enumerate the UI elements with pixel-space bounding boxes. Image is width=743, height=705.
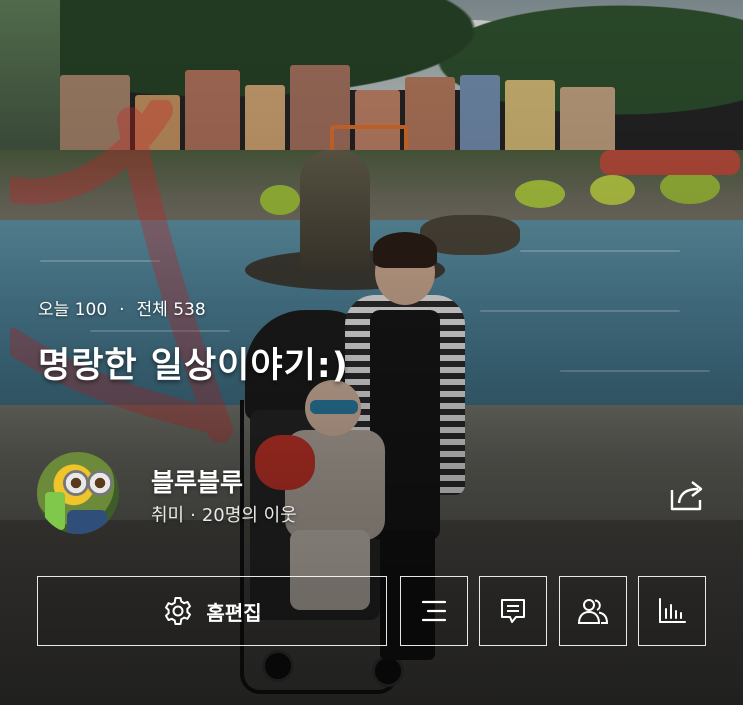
total-visitors: 전체 538 xyxy=(136,300,206,320)
avatar[interactable] xyxy=(37,452,119,534)
profile-neighbors[interactable]: 20명의 이웃 xyxy=(202,501,297,527)
people-icon xyxy=(577,599,609,624)
stats-separator: · xyxy=(119,300,125,320)
profile-meta: 취미 · 20명의 이웃 xyxy=(151,501,297,527)
profile-category: 취미 xyxy=(151,505,185,526)
visitor-stats: 오늘 100 · 전체 538 xyxy=(38,295,206,320)
today-visitors: 오늘 100 xyxy=(38,300,108,320)
blog-profile-header: 오늘 100 · 전체 538 명랑한 일상이야기:) 블루블루 취미 · 20… xyxy=(0,0,743,705)
blog-title[interactable]: 명랑한 일상이야기:) xyxy=(38,337,349,388)
share-icon xyxy=(670,481,703,511)
post-list-button[interactable] xyxy=(400,576,468,646)
list-icon xyxy=(421,600,447,622)
bar-chart-icon xyxy=(659,598,686,623)
profile-meta-separator: · xyxy=(190,505,196,526)
profile-nickname[interactable]: 블루블루 xyxy=(151,463,243,499)
gear-icon xyxy=(165,597,192,625)
edit-home-button[interactable]: 홈편집 xyxy=(37,576,387,646)
edit-home-label: 홈편집 xyxy=(206,600,262,625)
statistics-button[interactable] xyxy=(638,576,706,646)
comment-icon xyxy=(501,599,525,623)
guestbook-button[interactable] xyxy=(479,576,547,646)
neighbors-button[interactable] xyxy=(559,576,627,646)
share-button[interactable] xyxy=(668,478,708,512)
